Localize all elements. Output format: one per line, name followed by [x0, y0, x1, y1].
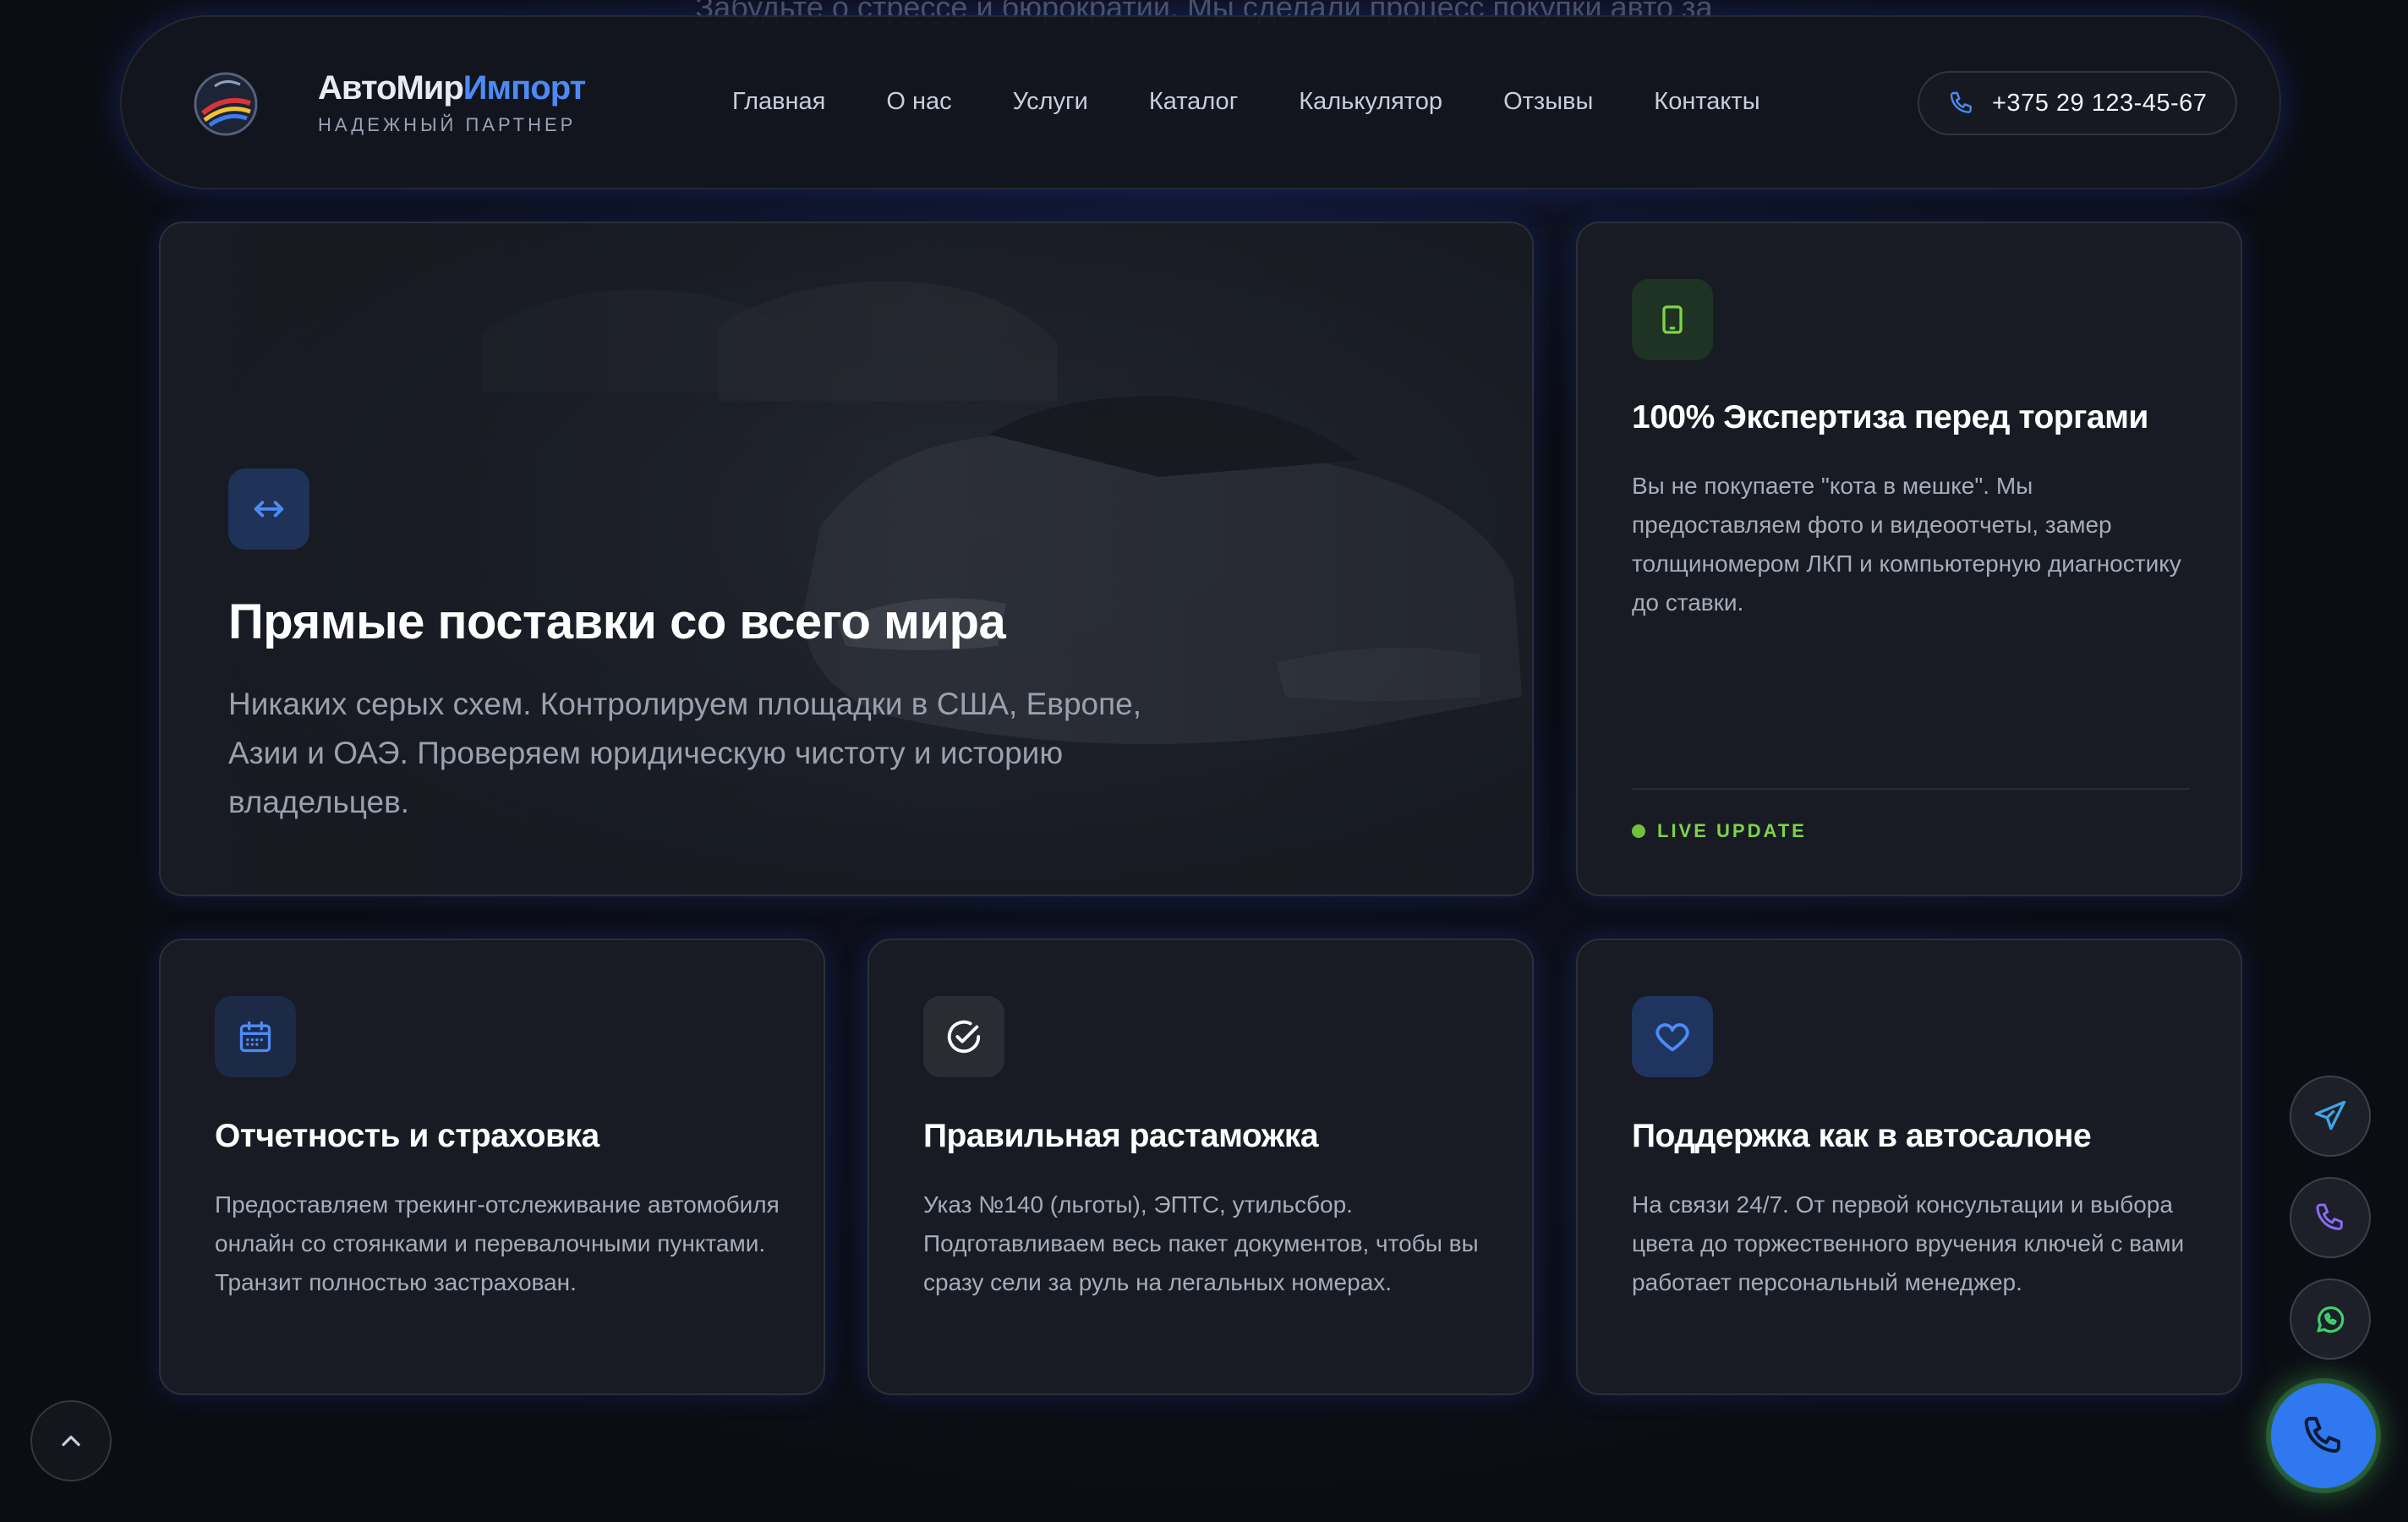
telegram-button[interactable] — [2290, 1076, 2371, 1157]
live-dot — [1632, 824, 1645, 838]
nav-item-contacts[interactable]: Контакты — [1654, 88, 1759, 116]
arrows-left-right-icon — [228, 468, 309, 550]
site-header: АвтоМирИмпорт НАДЕЖНЫЙ ПАРТНЕР Главная О… — [120, 15, 2281, 189]
header-phone-button[interactable]: +375 29 123-45-67 — [1918, 71, 2237, 135]
tablet-icon — [1632, 279, 1713, 360]
card-text: Никаких серых схем. Контролируем площадк… — [228, 687, 1141, 819]
card-text: Предоставляем трекинг-отслеживание автом… — [215, 1191, 780, 1295]
brand-name: АвтоМирИмпорт — [318, 69, 586, 107]
check-circle-icon — [923, 996, 1004, 1077]
brand-name-main: АвтоМир — [318, 69, 464, 107]
calendar-icon — [215, 996, 296, 1077]
nav-item-calculator[interactable]: Калькулятор — [1299, 88, 1442, 116]
card-title: Прямые поставки со всего мира — [228, 594, 1006, 649]
nav-item-home[interactable]: Главная — [732, 88, 825, 116]
nav-item-about[interactable]: О нас — [886, 88, 951, 116]
card-title: Отчетность и страховка — [215, 1118, 599, 1154]
divider — [1632, 788, 2190, 790]
card-title: Правильная растаможка — [923, 1118, 1319, 1154]
main-nav: Главная О нас Услуги Каталог Калькулятор… — [732, 88, 1760, 116]
chevron-up-icon — [62, 1435, 80, 1447]
whatsapp-icon — [2317, 1306, 2345, 1333]
card-dealer-support[interactable]: Поддержка как в автосалоне На связи 24/7… — [1576, 939, 2242, 1395]
telegram-icon — [2314, 1100, 2346, 1131]
card-title: Поддержка как в автосалоне — [1632, 1118, 2092, 1154]
nav-item-services[interactable]: Услуги — [1013, 88, 1088, 116]
whatsapp-button[interactable] — [2290, 1278, 2371, 1360]
header-phone-number: +375 29 123-45-67 — [1992, 89, 2208, 117]
live-update-label: LIVE UPDATE — [1657, 820, 1807, 841]
phone-icon — [2304, 1416, 2341, 1454]
brand-name-accent: Импорт — [462, 69, 586, 107]
scroll-to-top-button[interactable] — [30, 1400, 112, 1481]
phone-button[interactable] — [2290, 1177, 2371, 1258]
card-text: Вы не покупаете "кота в мешке". Мы предо… — [1632, 473, 2181, 616]
brand[interactable]: АвтоМирИмпорт НАДЕЖНЫЙ ПАРТНЕР — [318, 69, 586, 136]
card-text: Указ №140 (льготы), ЭПТС, утильсбор. Под… — [923, 1191, 1479, 1295]
phone-icon — [1950, 91, 1972, 113]
card-reporting-insurance[interactable]: Отчетность и страховка Предоставляем тре… — [159, 939, 825, 1395]
card-text: На связи 24/7. От первой консультации и … — [1632, 1191, 2185, 1295]
card-expertise[interactable]: 100% Экспертиза перед торгами Вы не поку… — [1576, 222, 2242, 896]
live-update-indicator: LIVE UPDATE — [1632, 820, 1807, 842]
card-customs-clearance[interactable]: Правильная растаможка Указ №140 (льготы)… — [867, 939, 1534, 1395]
globe-emblem-icon[interactable] — [191, 69, 260, 139]
phone-icon — [2316, 1203, 2343, 1230]
brand-tagline: НАДЕЖНЫЙ ПАРТНЕР — [318, 114, 577, 135]
nav-item-reviews[interactable]: Отзывы — [1503, 88, 1593, 116]
card-title: 100% Экспертиза перед торгами — [1632, 399, 2148, 435]
heart-icon — [1632, 996, 1713, 1077]
nav-item-catalog[interactable]: Каталог — [1149, 88, 1238, 116]
card-direct-supplies[interactable]: Прямые поставки со всего мира Никаких се… — [159, 222, 1534, 896]
call-button[interactable] — [2271, 1383, 2376, 1488]
